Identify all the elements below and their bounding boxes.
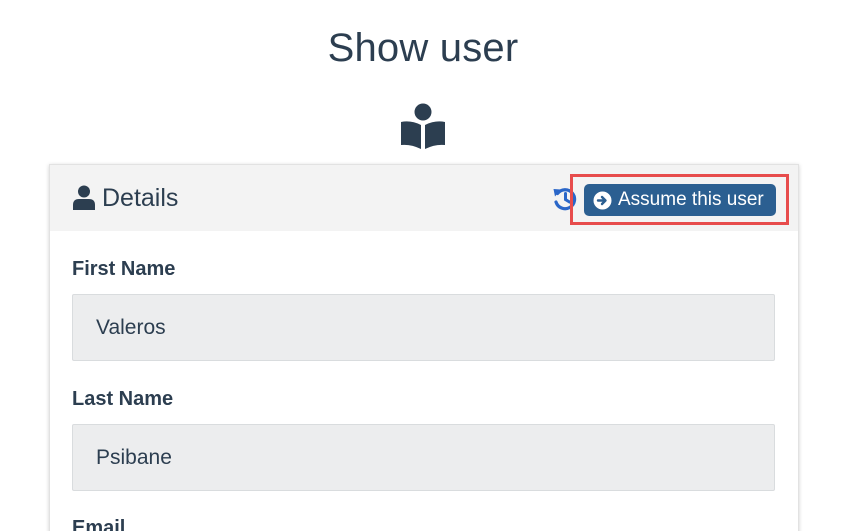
- page: Show user Details Assume this user First…: [0, 0, 846, 531]
- book-reader-icon: [401, 103, 445, 149]
- page-title: Show user: [327, 26, 519, 70]
- arrow-circle-right-icon: [593, 191, 612, 209]
- card-header: Details Assume this user: [50, 165, 798, 231]
- user-icon: [73, 185, 95, 210]
- last-name-label: Last Name: [72, 388, 174, 410]
- card-title: Details: [102, 184, 179, 212]
- assume-user-label: Assume this user: [618, 189, 764, 210]
- details-card: Details Assume this user First Name Vale…: [49, 164, 799, 531]
- last-name-field[interactable]: Psibane: [72, 424, 775, 491]
- email-label: Email: [72, 517, 126, 531]
- first-name-field[interactable]: Valeros: [72, 294, 775, 361]
- first-name-label: First Name: [72, 258, 176, 280]
- assume-user-button[interactable]: Assume this user: [584, 184, 776, 216]
